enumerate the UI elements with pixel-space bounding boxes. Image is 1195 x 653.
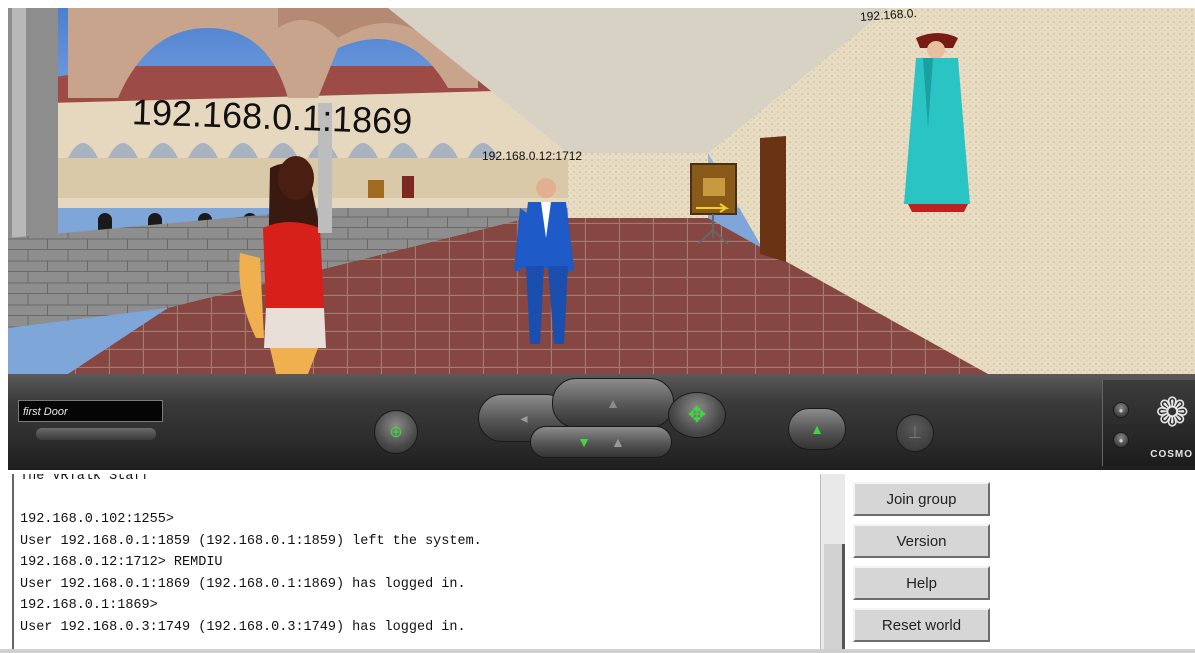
viewpoint-selector[interactable]: first Door xyxy=(18,400,163,422)
arrow-down-icon: ▼ xyxy=(577,434,591,450)
join-group-button[interactable]: Join group xyxy=(853,482,990,516)
cosmo-logo: ● ● ❁ COSMO xyxy=(1102,380,1195,466)
chat-line: 192.168.0.1:1869> xyxy=(20,598,158,613)
scrollbar-thumb[interactable] xyxy=(824,544,845,649)
slide-button[interactable]: ▲ xyxy=(788,408,846,450)
reset-world-button[interactable]: Reset world xyxy=(853,608,990,642)
scene-graphic xyxy=(8,8,1195,374)
chat-line: User 192.168.0.3:1749 (192.168.0.3:1749)… xyxy=(20,619,466,635)
arrow-up-icon: ▲ xyxy=(611,434,625,450)
straighten-button[interactable]: ⊥ xyxy=(896,414,934,452)
3d-viewport[interactable]: 192.168.0.1:1869 192.168.0.12:1712 192.1… xyxy=(8,8,1195,374)
crosshair-button[interactable]: ⊕ xyxy=(374,410,418,454)
chat-log[interactable]: The VRTalk Staff 192.168.0.102:1255> Use… xyxy=(12,474,820,649)
move-arrows-icon: ✥ xyxy=(687,402,707,427)
version-button[interactable]: Version xyxy=(853,524,990,558)
chat-line: User 192.168.0.1:1869 (192.168.0.1:1869)… xyxy=(20,576,466,592)
info-icon[interactable]: ● xyxy=(1113,432,1129,448)
walk-forward-button[interactable]: ▲ xyxy=(552,378,674,428)
viewpoint-arrows[interactable] xyxy=(36,428,156,440)
chat-line: 192.168.0.102:1255> xyxy=(20,512,174,527)
navigation-control-bar: first Door ⊕ ◂ ▲ ▼ ▲ ✥ ▲ ⊥ ● ● ❁ COSMO xyxy=(8,374,1195,470)
avatar-ip-label-center: 192.168.0.12:1712 xyxy=(482,149,583,163)
pyramid-up-icon: ▲ xyxy=(606,395,620,411)
swirl-icon: ❁ xyxy=(1155,390,1189,436)
pan-button[interactable]: ✥ xyxy=(668,392,726,438)
chat-line xyxy=(14,488,482,510)
logo-text: COSMO xyxy=(1150,449,1193,460)
chat-line: The VRTalk Staff xyxy=(20,474,150,484)
straighten-icon: ⊥ xyxy=(908,425,922,442)
help-button[interactable]: Help xyxy=(853,566,990,600)
pyramid-icon: ▲ xyxy=(810,421,824,437)
actions-panel: Join group Version Help Reset world xyxy=(845,474,1195,653)
crosshair-icon: ⊕ xyxy=(389,424,403,441)
chat-lines: The VRTalk Staff 192.168.0.102:1255> Use… xyxy=(14,474,482,638)
tilt-icon: ◂ xyxy=(520,409,528,426)
chat-scrollbar[interactable] xyxy=(820,474,845,649)
bottom-divider xyxy=(0,649,1195,653)
gear-icon[interactable]: ● xyxy=(1113,402,1129,418)
walk-backward-button[interactable]: ▼ ▲ xyxy=(530,426,672,458)
chat-line: 192.168.0.12:1712> REMDIU xyxy=(20,555,223,570)
chat-line: User 192.168.0.1:1859 (192.168.0.1:1859)… xyxy=(20,533,482,549)
